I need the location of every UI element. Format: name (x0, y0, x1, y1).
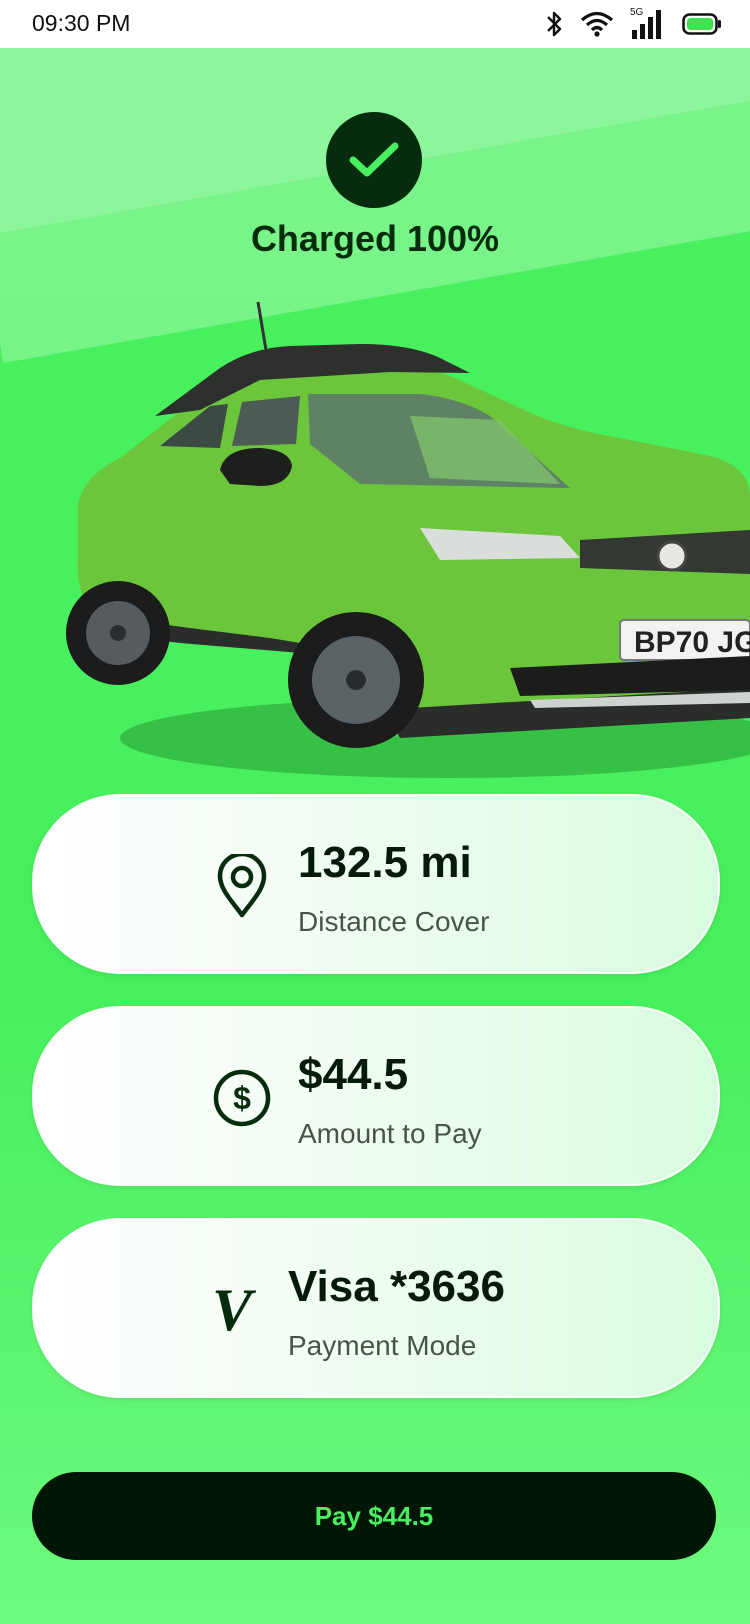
distance-label: Distance Cover (298, 906, 490, 937)
amount-label: Amount to Pay (298, 1118, 482, 1149)
status-time: 09:30 PM (32, 10, 131, 36)
success-badge (326, 112, 422, 208)
visa-glyph: V (211, 1277, 253, 1343)
amount-value: $44.5 (298, 1050, 409, 1099)
payment-method-label: Payment Mode (288, 1330, 477, 1361)
status-icons: 5G (544, 7, 722, 40)
charging-complete-screen: Charged 100% BP70 JG 132.5 mi Distance C… (0, 48, 750, 1624)
status-bar: 09:30 PM 5G (0, 0, 750, 48)
wifi-icon (580, 11, 614, 37)
distance-card: 132.5 mi Distance Cover (32, 794, 720, 974)
location-pin-icon (210, 854, 274, 918)
check-icon (349, 142, 399, 177)
signal-icon: 5G (630, 7, 666, 40)
car-image: BP70 JG (66, 301, 750, 778)
bluetooth-icon (547, 11, 562, 37)
battery-icon (682, 13, 721, 35)
amount-card: $ $44.5 Amount to Pay (32, 1006, 720, 1186)
distance-value: 132.5 mi (298, 838, 472, 887)
svg-text:$: $ (233, 1080, 251, 1116)
pay-button[interactable]: Pay $44.5 (32, 1472, 716, 1560)
payment-method-value: Visa *3636 (288, 1262, 505, 1311)
visa-icon: V (200, 1278, 264, 1342)
dollar-icon: $ (210, 1066, 274, 1130)
charge-status-title: Charged 100% (250, 218, 500, 259)
payment-mode-card[interactable]: V Visa *3636 Payment Mode (32, 1218, 720, 1398)
license-plate: BP70 JG (634, 626, 750, 659)
